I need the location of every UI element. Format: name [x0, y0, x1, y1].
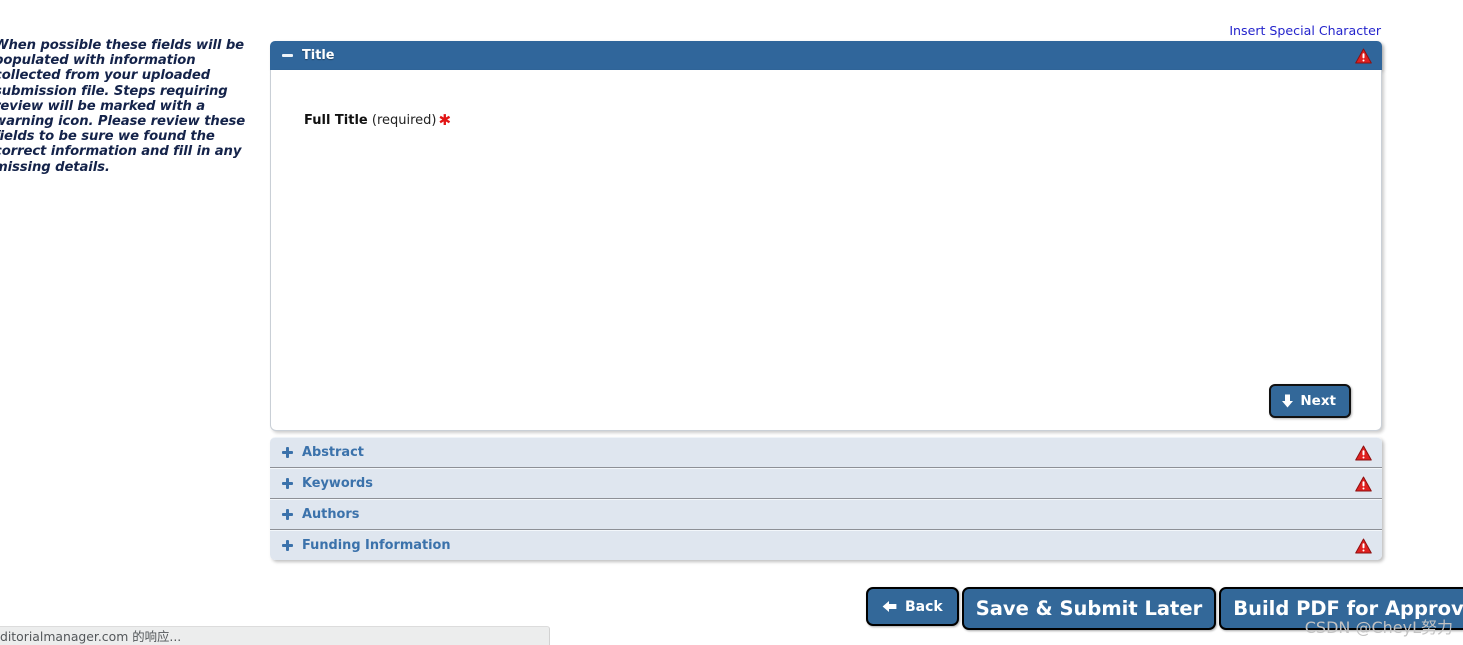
collapsed-sections-list: Abstract Keywords Authors Funding Inform…: [270, 437, 1382, 560]
submission-instructions-text: When possible these fields will be popul…: [0, 38, 246, 175]
arrow-down-icon: [1282, 394, 1294, 408]
section-funding-information-label: Funding Information: [302, 538, 451, 553]
warning-icon: [1355, 48, 1372, 64]
save-and-submit-later-button[interactable]: Save & Submit Later: [961, 587, 1217, 630]
page-root: When possible these fields will be popul…: [0, 0, 1463, 645]
plus-icon[interactable]: [282, 540, 293, 551]
full-title-editor[interactable]: [285, 136, 1367, 374]
plus-icon[interactable]: [282, 447, 293, 458]
warning-icon: [1355, 476, 1372, 492]
back-button-label: Back: [905, 598, 943, 615]
minus-icon[interactable]: [282, 54, 293, 57]
full-title-label-text: Full Title: [304, 113, 368, 128]
browser-status-text: ditorialmanager.com 的响应...: [0, 629, 182, 644]
full-title-label: Full Title (required) ✱: [304, 111, 451, 129]
warning-icon: [1355, 445, 1372, 461]
warning-icon: [1355, 538, 1372, 554]
section-funding-information[interactable]: Funding Information: [270, 530, 1382, 560]
section-title-label: Title: [302, 48, 335, 63]
next-button[interactable]: Next: [1269, 384, 1351, 418]
save-and-submit-later-label: Save & Submit Later: [975, 597, 1203, 620]
submission-form-column: Title Full Title (required) ✱ Next Abstr…: [270, 41, 1382, 560]
build-pdf-for-approval-label: Build PDF for Approval: [1233, 597, 1463, 620]
plus-icon[interactable]: [282, 509, 293, 520]
section-title-body: Full Title (required) ✱ Next: [270, 70, 1382, 431]
section-abstract[interactable]: Abstract: [270, 437, 1382, 468]
next-button-label: Next: [1300, 393, 1336, 409]
plus-icon[interactable]: [282, 478, 293, 489]
section-authors[interactable]: Authors: [270, 499, 1382, 530]
back-button[interactable]: Back: [866, 587, 959, 626]
section-title-header[interactable]: Title: [270, 41, 1382, 70]
full-title-required-text: (required): [371, 113, 437, 128]
required-asterisk-icon: ✱: [438, 111, 452, 129]
form-action-buttons: Back Save & Submit Later Build PDF for A…: [866, 587, 1463, 630]
section-keywords[interactable]: Keywords: [270, 468, 1382, 499]
browser-status-bar: ditorialmanager.com 的响应...: [0, 626, 550, 645]
build-pdf-for-approval-button[interactable]: Build PDF for Approval: [1219, 587, 1463, 630]
section-keywords-label: Keywords: [302, 476, 373, 491]
section-authors-label: Authors: [302, 507, 360, 522]
section-title: Title Full Title (required) ✱ Next: [270, 41, 1382, 431]
section-abstract-label: Abstract: [302, 445, 364, 460]
arrow-left-icon: [882, 601, 897, 612]
insert-special-character-link[interactable]: Insert Special Character: [1229, 23, 1381, 38]
